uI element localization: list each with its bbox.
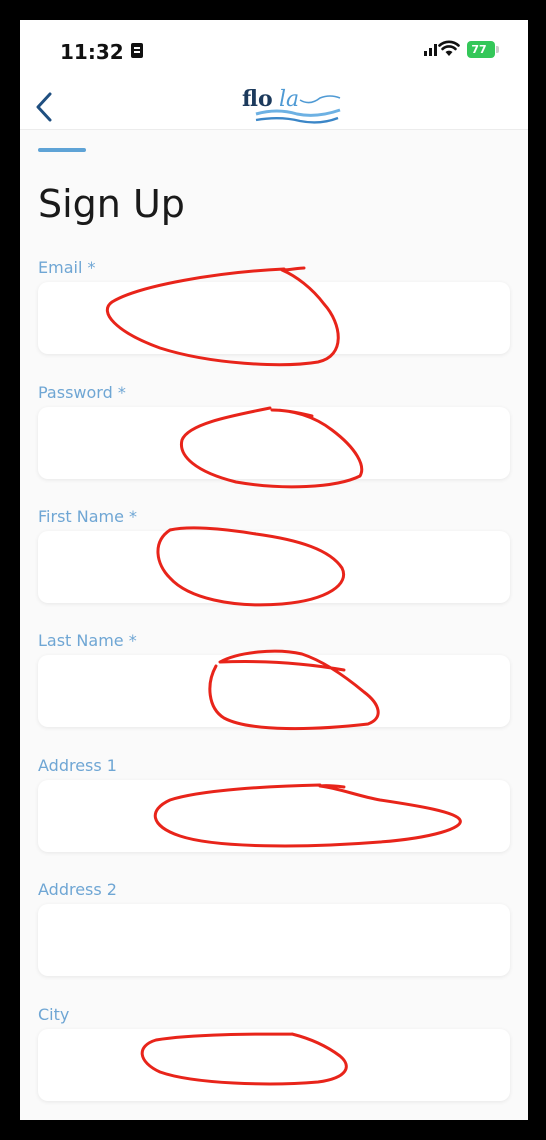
city-field[interactable] bbox=[38, 1029, 510, 1101]
lock-icon bbox=[131, 43, 143, 58]
address1-field[interactable] bbox=[38, 780, 510, 852]
status-time: 11:32 bbox=[60, 40, 124, 64]
battery-tip bbox=[496, 46, 499, 53]
last-name-field[interactable] bbox=[38, 655, 510, 727]
nav-bar: flo la bbox=[20, 80, 528, 130]
status-bar: 11:32 77 bbox=[20, 20, 528, 80]
email-field[interactable] bbox=[38, 282, 510, 354]
wifi-icon bbox=[438, 40, 460, 56]
flola-logo: flo la bbox=[242, 86, 341, 124]
email-label: Email * bbox=[38, 258, 96, 277]
page-title: Sign Up bbox=[38, 182, 185, 226]
battery-level: 77 bbox=[471, 43, 487, 56]
address1-label: Address 1 bbox=[38, 756, 117, 775]
password-field[interactable] bbox=[38, 407, 510, 479]
back-button[interactable] bbox=[30, 86, 64, 126]
signal-icon bbox=[424, 44, 437, 56]
first-name-label: First Name * bbox=[38, 507, 138, 526]
city-label: City bbox=[38, 1005, 70, 1024]
password-label: Password * bbox=[38, 383, 126, 402]
battery-icon: 77 bbox=[467, 41, 495, 58]
address2-field[interactable] bbox=[38, 904, 510, 976]
title-accent-bar bbox=[38, 148, 86, 152]
svg-text:flo: flo bbox=[242, 86, 273, 112]
chevron-left-icon bbox=[36, 92, 52, 122]
svg-text:la: la bbox=[279, 87, 299, 112]
phone-screen: 11:32 77 flo la Sign Up Email * Password… bbox=[20, 20, 528, 1120]
first-name-field[interactable] bbox=[38, 531, 510, 603]
last-name-label: Last Name * bbox=[38, 631, 137, 650]
address2-label: Address 2 bbox=[38, 880, 117, 899]
